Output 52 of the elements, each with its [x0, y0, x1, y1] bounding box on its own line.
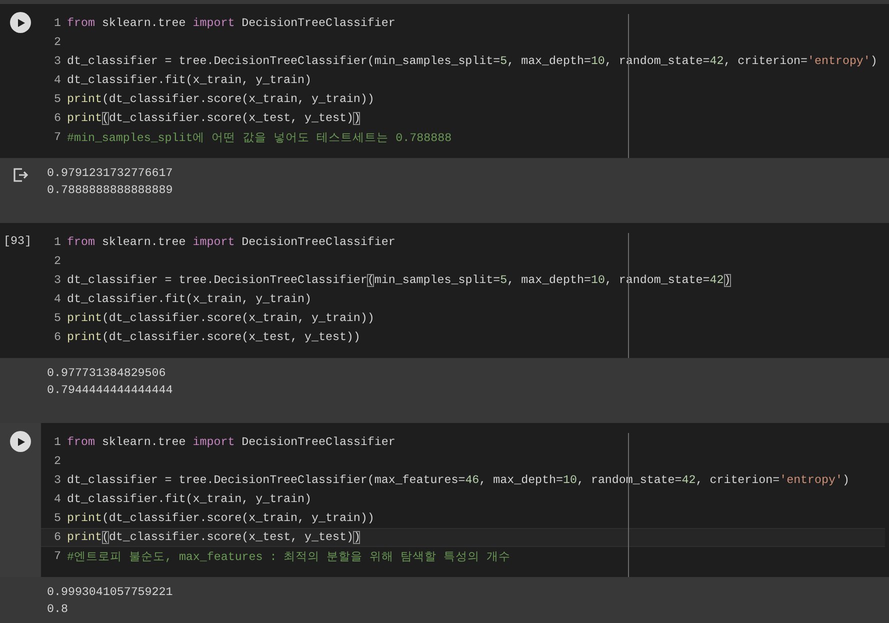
code-line: dt_classifier = tree.DecisionTreeClassifier(min_samples_split=5, max_depth=10, random_state=42, criterion='entropy') — [67, 55, 878, 68]
code-line: #min_samples_split에 어떤 값을 넣어도 테스트세트는 0.788888 — [67, 131, 452, 145]
line-number: 6 — [53, 331, 61, 344]
output-line: 0.8 — [47, 602, 69, 618]
line-number: 3 — [53, 474, 61, 487]
line-number: 5 — [53, 512, 61, 525]
run-button[interactable] — [10, 431, 31, 452]
output-line: 0.7888888888888889 — [47, 183, 173, 199]
line-number: 5 — [53, 93, 61, 106]
output-line: 0.9791231732776617 — [47, 166, 173, 182]
code-line: print(dt_classifier.score(x_test, y_test)) — [67, 112, 360, 125]
execution-count: [93] — [4, 235, 32, 248]
line-number: 3 — [53, 55, 61, 68]
play-icon — [16, 436, 26, 446]
line-number: 7 — [53, 131, 61, 144]
line-number: 4 — [53, 293, 61, 306]
line-number: 6 — [53, 112, 61, 125]
line-number: 1 — [53, 236, 61, 249]
code-line: print(dt_classifier.score(x_test, y_test)) — [67, 331, 360, 344]
code-line: from sklearn.tree import DecisionTreeClassifier — [67, 236, 396, 249]
line-number: 1 — [53, 17, 61, 30]
code-line: dt_classifier = tree.DecisionTreeClassifier(max_features=46, max_depth=10, random_state=42, criterion='entropy') — [67, 474, 850, 487]
run-button[interactable] — [10, 12, 31, 33]
line-number: 2 — [53, 455, 61, 468]
code-line: dt_classifier.fit(x_train, y_train) — [67, 74, 312, 87]
code-line: #엔트로피 불순도, max_features : 최적의 분할을 위해 탐색할 특성의 개수 — [67, 550, 511, 564]
line-number: 2 — [53, 255, 61, 268]
line-number: 7 — [53, 550, 61, 563]
line-number: 4 — [53, 74, 61, 87]
output-line: 0.7944444444444444 — [47, 383, 173, 399]
code-line: dt_classifier.fit(x_train, y_train) — [67, 493, 312, 506]
code-cell[interactable] — [0, 4, 889, 158]
code-line: from sklearn.tree import DecisionTreeClassifier — [67, 17, 396, 30]
line-number: 4 — [53, 493, 61, 506]
line-number: 2 — [53, 36, 61, 49]
output-line: 0.9993041057759221 — [47, 585, 173, 601]
code-cell[interactable] — [0, 223, 889, 358]
play-icon — [16, 18, 26, 28]
code-line: print(dt_classifier.score(x_test, y_test)) — [67, 531, 360, 544]
code-line: print(dt_classifier.score(x_train, y_train)) — [67, 512, 374, 525]
output-icon — [13, 168, 28, 182]
output-line: 0.977731384829506 — [47, 366, 167, 382]
line-number: 6 — [53, 531, 61, 544]
line-number: 1 — [53, 436, 61, 449]
code-line: dt_classifier.fit(x_train, y_train) — [67, 293, 312, 306]
code-line: print(dt_classifier.score(x_train, y_train)) — [67, 312, 374, 325]
code-cell[interactable] — [0, 423, 889, 577]
line-number: 3 — [53, 274, 61, 287]
code-line: from sklearn.tree import DecisionTreeClassifier — [67, 436, 396, 449]
code-line: print(dt_classifier.score(x_train, y_train)) — [67, 93, 374, 106]
line-number: 5 — [53, 312, 61, 325]
code-line: dt_classifier = tree.DecisionTreeClassifier(min_samples_split=5, max_depth=10, random_state=42) — [67, 274, 731, 287]
